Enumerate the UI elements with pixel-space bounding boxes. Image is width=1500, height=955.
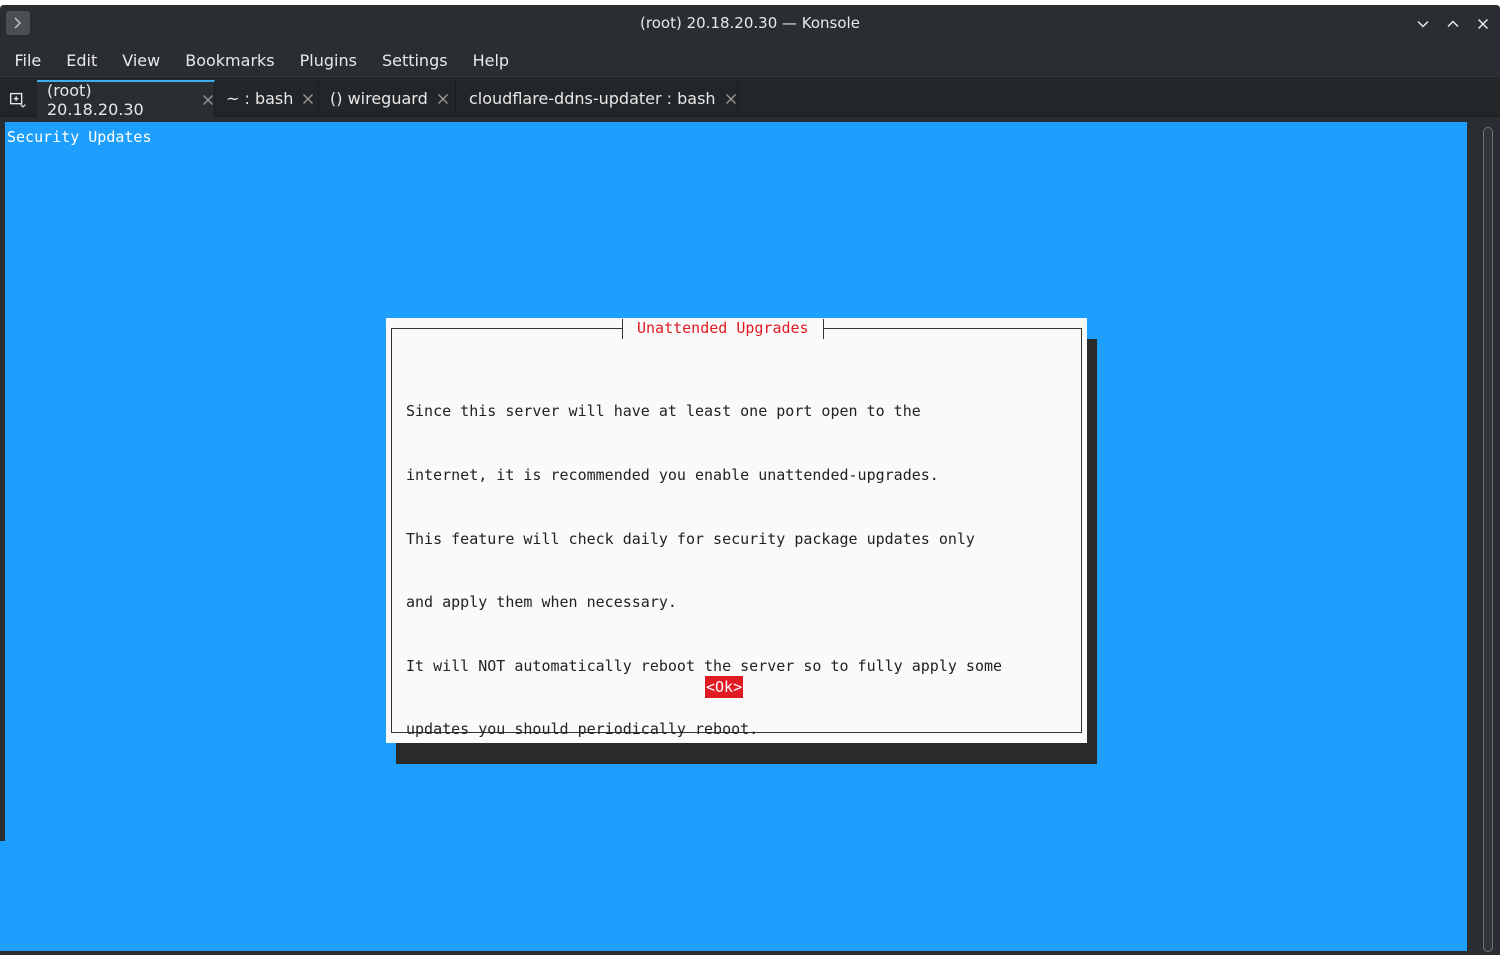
- dialog-message: Since this server will have at least one…: [406, 359, 1076, 783]
- tab-bar: (root) 20.18.20.30 ~ : bash () wireguard…: [0, 80, 1500, 119]
- backtitle: Security Updates: [7, 128, 152, 146]
- new-tab-icon[interactable]: [6, 88, 30, 112]
- scrollbar-track[interactable]: [1483, 127, 1493, 952]
- tab-root-session[interactable]: (root) 20.18.20.30: [37, 80, 215, 119]
- tab-close-icon[interactable]: [437, 93, 449, 105]
- ok-button[interactable]: <Ok>: [705, 676, 744, 698]
- menu-settings[interactable]: Settings: [369, 43, 460, 79]
- tab-wireguard[interactable]: () wireguard: [320, 80, 456, 117]
- menu-plugins[interactable]: Plugins: [287, 43, 369, 79]
- close-icon[interactable]: [1472, 13, 1494, 35]
- window-title: (root) 20.18.20.30 — Konsole: [640, 14, 860, 32]
- tab-close-icon[interactable]: [725, 93, 737, 105]
- dialog-title: Unattended Upgrades: [622, 319, 824, 339]
- minimize-icon[interactable]: [1412, 13, 1434, 35]
- message-line: Since this server will have at least one…: [406, 402, 921, 421]
- title-bar[interactable]: (root) 20.18.20.30 — Konsole: [0, 5, 1500, 43]
- tab-close-icon[interactable]: [302, 93, 314, 105]
- tab-cloudflare-ddns-updater[interactable]: cloudflare-ddns-updater : bash: [457, 80, 738, 117]
- menu-file[interactable]: File: [2, 43, 54, 79]
- terminal-scrollbar[interactable]: [1467, 117, 1500, 955]
- tab-bash[interactable]: ~ : bash: [216, 80, 319, 117]
- message-line: and apply them when necessary.: [406, 593, 677, 612]
- tab-label: () wireguard: [330, 89, 428, 108]
- terminal-edge: [0, 841, 5, 951]
- message-line: internet, it is recommended you enable u…: [406, 466, 939, 485]
- message-line: updates you should periodically reboot.: [406, 720, 759, 739]
- tab-label: (root) 20.18.20.30: [47, 80, 144, 119]
- menu-bar: File Edit View Bookmarks Plugins Setting…: [0, 43, 1500, 79]
- unattended-upgrades-dialog: Unattended Upgrades Since this server wi…: [386, 318, 1087, 743]
- tab-close-icon[interactable]: [202, 94, 214, 106]
- menu-help[interactable]: Help: [460, 43, 521, 79]
- tab-label: ~ : bash: [226, 89, 294, 108]
- menu-edit[interactable]: Edit: [54, 43, 110, 79]
- message-line: This feature will check daily for securi…: [406, 529, 975, 548]
- menu-view[interactable]: View: [110, 43, 173, 79]
- maximize-icon[interactable]: [1442, 13, 1464, 35]
- terminal-view[interactable]: Security Updates Unattended Upgrades Sin…: [5, 122, 1467, 951]
- message-line: It will NOT automatically reboot the ser…: [406, 656, 1003, 675]
- konsole-window: (root) 20.18.20.30 — Konsole File Edit V…: [0, 5, 1500, 955]
- menu-bookmarks[interactable]: Bookmarks: [173, 43, 287, 79]
- tab-label: cloudflare-ddns-updater : bash: [469, 89, 716, 108]
